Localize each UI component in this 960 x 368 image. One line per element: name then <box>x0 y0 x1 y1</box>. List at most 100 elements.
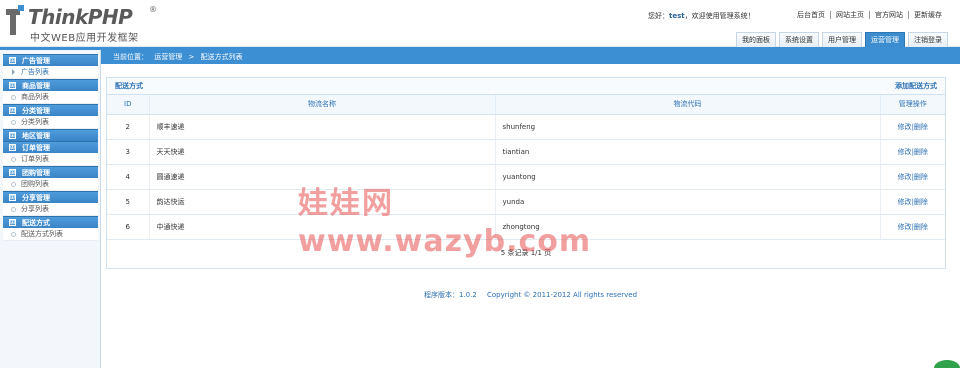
chat-bubble-icon[interactable] <box>934 360 960 368</box>
expand-icon: ⊞ <box>9 169 16 176</box>
sidebar-group-products[interactable]: ⊞ 商品管理 <box>3 79 98 91</box>
cell-actions: 修改|删除 <box>880 114 945 140</box>
sidebar-item-shipping-list[interactable]: 配送方式列表 <box>3 228 98 241</box>
cell-id: 2 <box>107 114 150 140</box>
sidebar-item-label: 广告列表 <box>21 67 49 76</box>
footer-version: 程序版本：1.0.2 <box>423 291 477 299</box>
bullet-icon <box>11 206 16 212</box>
shipping-table: ID 物流名称 物流代码 管理操作 2 顺丰速递 shunfeng 修改|删除 … <box>107 95 945 240</box>
table-row: 2 顺丰速递 shunfeng 修改|删除 <box>107 114 945 140</box>
column-id: ID <box>107 95 150 115</box>
cell-code: yunda <box>495 189 881 215</box>
cell-id: 5 <box>107 189 150 215</box>
expand-icon: ⊞ <box>9 132 16 139</box>
sidebar-group-shipping[interactable]: ⊞ 配送方式 <box>3 216 98 228</box>
edit-link[interactable]: 修改 <box>898 148 912 156</box>
logo-registered-mark: ® <box>149 5 157 14</box>
link-update-cache[interactable]: 更新缓存 <box>908 11 947 19</box>
link-admin-home[interactable]: 后台首页 <box>792 11 830 19</box>
add-shipping-link[interactable]: 添加配送方式 <box>895 78 937 94</box>
bullet-icon <box>11 119 16 125</box>
sidebar-group-shares[interactable]: ⊞ 分享管理 <box>3 191 98 203</box>
username: test <box>669 12 685 20</box>
cell-code: shunfeng <box>495 114 881 140</box>
footer-copyright: Copyright © 2011-2012 All rights reserve… <box>487 291 638 299</box>
delete-link[interactable]: 删除 <box>914 123 928 131</box>
sidebar-group-regions[interactable]: ⊞ 地区管理 <box>3 129 98 141</box>
column-code: 物流代码 <box>495 95 881 115</box>
edit-link[interactable]: 修改 <box>898 123 912 131</box>
sidebar-group-ads[interactable]: ⊞ 广告管理 <box>3 54 98 66</box>
welcome-message: 您好：test，欢迎使用管理系统！ <box>648 11 755 21</box>
panel-header: 配送方式 添加配送方式 <box>107 78 945 95</box>
top-links: 后台首页 网站主页 官方网站 更新缓存 <box>792 11 947 19</box>
welcome-suffix: ，欢迎使用管理系统！ <box>684 12 755 20</box>
tab-user-management[interactable]: 用户管理 <box>822 32 862 47</box>
delete-link[interactable]: 删除 <box>914 173 928 181</box>
tab-system-settings[interactable]: 系统设置 <box>779 32 819 47</box>
shipping-panel: 配送方式 添加配送方式 ID 物流名称 物流代码 管理操作 2 顺丰速递 shu… <box>106 77 946 269</box>
edit-link[interactable]: 修改 <box>898 198 912 206</box>
breadcrumb: 当前位置： 运营管理 > 配送方式列表 <box>101 50 960 64</box>
sidebar-item-label: 配送方式列表 <box>21 229 63 238</box>
cell-actions: 修改|删除 <box>880 189 945 215</box>
sidebar-item-order-list[interactable]: 订单列表 <box>3 153 98 166</box>
cell-code: zhongtong <box>495 214 881 240</box>
cell-actions: 修改|删除 <box>880 214 945 240</box>
table-row: 6 中通快递 zhongtong 修改|删除 <box>107 214 945 240</box>
delete-link[interactable]: 删除 <box>914 198 928 206</box>
cell-code: tiantian <box>495 139 881 165</box>
sidebar-item-groupbuy-list[interactable]: 团购列表 <box>3 178 98 191</box>
edit-link[interactable]: 修改 <box>898 223 912 231</box>
sidebar-group-label: 地区管理 <box>22 131 50 140</box>
expand-icon: ⊞ <box>9 144 16 151</box>
logo[interactable]: ThinkPHP ® 中文WEB应用开发框架 <box>4 3 164 44</box>
header: ThinkPHP ® 中文WEB应用开发框架 您好：test，欢迎使用管理系统！… <box>0 0 960 47</box>
sidebar-item-label: 分享列表 <box>21 204 49 213</box>
edit-link[interactable]: 修改 <box>898 173 912 181</box>
footer: 程序版本：1.0.2 Copyright © 2011-2012 All rig… <box>101 290 960 300</box>
expand-icon: ⊞ <box>9 82 16 89</box>
column-actions: 管理操作 <box>880 95 945 115</box>
expand-icon: ⊞ <box>9 107 16 114</box>
delete-link[interactable]: 删除 <box>914 223 928 231</box>
link-site-home[interactable]: 网站主页 <box>830 11 869 19</box>
cell-id: 6 <box>107 214 150 240</box>
cell-name: 中通快递 <box>149 214 496 240</box>
welcome-prefix: 您好： <box>648 12 669 20</box>
table-header-row: ID 物流名称 物流代码 管理操作 <box>107 95 945 115</box>
main-nav-tabs: 我的面板 系统设置 用户管理 运营管理 注销登录 <box>733 32 948 47</box>
bullet-icon <box>11 231 16 237</box>
sidebar-group-groupbuy[interactable]: ⊞ 团购管理 <box>3 166 98 178</box>
sidebar-item-label: 商品列表 <box>21 92 49 101</box>
sidebar: ⊞ 广告管理 广告列表 ⊞ 商品管理 商品列表 ⊞ 分类管理 分类列表 ⊞ 地区管理 ⊞… <box>0 50 101 368</box>
sidebar-item-ad-list[interactable]: 广告列表 <box>3 66 98 79</box>
sidebar-group-orders[interactable]: ⊞ 订单管理 <box>3 141 98 153</box>
expand-icon: ⊞ <box>9 219 16 226</box>
link-official-site[interactable]: 官方网站 <box>869 11 908 19</box>
logo-subtitle: 中文WEB应用开发框架 <box>30 33 139 44</box>
table-row: 4 圆通速递 yuantong 修改|删除 <box>107 164 945 190</box>
breadcrumb-prefix: 当前位置： <box>113 53 148 61</box>
delete-link[interactable]: 删除 <box>914 148 928 156</box>
cell-name: 顺丰速递 <box>149 114 496 140</box>
bullet-icon <box>11 181 16 187</box>
logo-title: ThinkPHP <box>28 5 133 29</box>
expand-icon: ⊞ <box>9 194 16 201</box>
cell-actions: 修改|删除 <box>880 139 945 165</box>
sidebar-group-categories[interactable]: ⊞ 分类管理 <box>3 104 98 116</box>
cell-name: 天天快递 <box>149 139 496 165</box>
column-name: 物流名称 <box>149 95 496 115</box>
tab-operations[interactable]: 运营管理 <box>865 32 905 47</box>
sidebar-item-category-list[interactable]: 分类列表 <box>3 116 98 129</box>
sidebar-item-share-list[interactable]: 分享列表 <box>3 203 98 216</box>
tab-my-panel[interactable]: 我的面板 <box>736 32 776 47</box>
expand-icon: ⊞ <box>9 57 16 64</box>
bullet-icon <box>11 94 16 100</box>
logo-mark-icon <box>6 5 24 35</box>
sidebar-item-product-list[interactable]: 商品列表 <box>3 91 98 104</box>
tab-logout[interactable]: 注销登录 <box>908 32 948 47</box>
table-row: 3 天天快递 tiantian 修改|删除 <box>107 139 945 165</box>
breadcrumb-item-operations[interactable]: 运营管理 <box>154 53 182 61</box>
sidebar-item-label: 订单列表 <box>21 154 49 163</box>
